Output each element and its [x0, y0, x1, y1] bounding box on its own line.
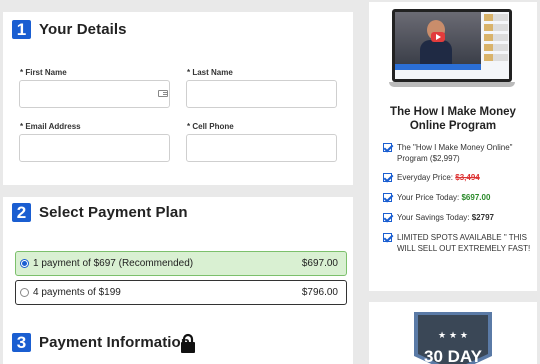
lock-icon: [181, 333, 195, 353]
program-offer-panel: The How I Make Money Online Program The …: [369, 2, 537, 291]
step-number-1: 1: [12, 20, 31, 39]
cell-phone-field[interactable]: [186, 134, 337, 162]
your-details-panel: 1 Your Details * First Name * Last Name …: [3, 12, 353, 185]
step-number-2: 2: [12, 203, 31, 222]
play-icon: [431, 32, 445, 42]
benefit-prefix: Everyday Price:: [397, 173, 456, 182]
first-name-field[interactable]: [19, 80, 170, 108]
video-thumbnail: [395, 12, 481, 64]
program-laptop-image: [389, 9, 515, 89]
guarantee-panel: ★ ★ ★ 30 DAY: [369, 302, 537, 364]
contact-card-icon: [158, 90, 168, 97]
savings-value: $2797: [471, 213, 494, 222]
benefit-item: Your Savings Today: $2797: [383, 212, 533, 223]
today-price: $697.00: [461, 193, 491, 202]
benefit-item: The "How I Make Money Online" Program ($…: [383, 142, 533, 164]
last-name-field[interactable]: [186, 80, 337, 108]
guarantee-badge-icon: ★ ★ ★ 30 DAY: [414, 312, 492, 364]
payment-panel: 2 Select Payment Plan 1 payment of $697 …: [3, 197, 353, 364]
checkbox-icon: [383, 143, 392, 152]
your-details-title: Your Details: [39, 21, 127, 38]
plan-option-2[interactable]: 4 payments of $199 $796.00: [15, 280, 347, 305]
payment-plan-header: 2 Select Payment Plan: [12, 203, 188, 222]
everyday-price: $3,494: [455, 173, 480, 182]
benefit-item: Everyday Price: $3,494: [383, 172, 533, 183]
program-title: The How I Make Money Online Program: [390, 106, 516, 132]
checkbox-icon: [383, 213, 392, 222]
benefit-item: Your Price Today: $697.00: [383, 192, 533, 203]
guarantee-text: 30 DAY: [424, 347, 483, 364]
your-details-header: 1 Your Details: [12, 20, 127, 39]
program-benefits-list: The "How I Make Money Online" Program ($…: [383, 142, 533, 254]
phone-label: * Cell Phone: [187, 122, 234, 131]
checkbox-icon: [383, 173, 392, 182]
last-name-label: * Last Name: [187, 68, 233, 77]
plan-price-1: $697.00: [301, 258, 338, 269]
payment-plan-title: Select Payment Plan: [39, 204, 188, 221]
benefit-text: LIMITED SPOTS AVAILABLE " THIS WILL SELL…: [397, 233, 531, 253]
benefit-text: The "How I Make Money Online" Program ($…: [397, 143, 513, 163]
benefit-prefix: Your Price Today:: [397, 193, 462, 202]
plan-label-2: 4 payments of $199: [33, 287, 121, 298]
payment-info-title: Payment Information: [39, 334, 191, 351]
plan-radio-2[interactable]: [20, 288, 29, 297]
checkbox-icon: [383, 193, 392, 202]
first-name-label: * First Name: [20, 68, 67, 77]
plan-label-1: 1 payment of $697 (Recommended): [33, 258, 194, 269]
email-label: * Email Address: [20, 122, 81, 131]
benefit-item: LIMITED SPOTS AVAILABLE " THIS WILL SELL…: [383, 232, 533, 254]
plan-radio-1[interactable]: [20, 259, 29, 268]
plan-option-1[interactable]: 1 payment of $697 (Recommended) $697.00: [15, 251, 347, 276]
benefit-prefix: Your Savings Today:: [397, 213, 472, 222]
svg-text:★ ★ ★: ★ ★ ★: [438, 331, 468, 341]
email-field[interactable]: [19, 134, 170, 162]
plan-price-2: $796.00: [301, 287, 338, 298]
checkbox-icon: [383, 233, 392, 242]
step-number-3: 3: [12, 333, 31, 352]
payment-info-header: 3 Payment Information: [12, 333, 190, 352]
